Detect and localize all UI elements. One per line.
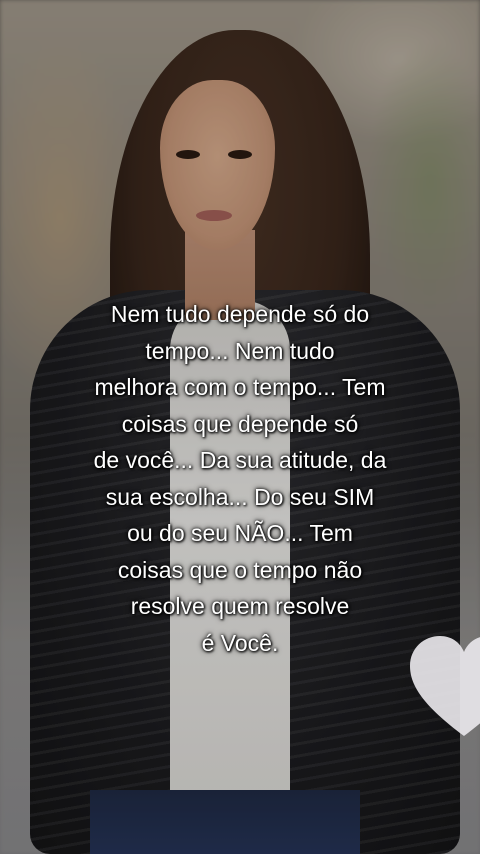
caption-line: tempo... Nem tudo [145,337,335,364]
quote-caption: Nem tudo depende só do tempo... Nem tudo… [30,296,450,661]
caption-line: sua escolha... Do seu SIM [105,483,375,510]
caption-line: Nem tudo depende só do [110,301,370,327]
caption-line: de você... Da sua atitude, da [93,447,387,473]
caption-line: ou do seu NÃO... Tem [127,520,353,546]
caption-line: resolve quem resolve [130,593,350,619]
caption-line: é Você. [201,629,279,656]
caption-line: coisas que depende só [121,410,359,437]
caption-line: melhora com o tempo... Tem [94,374,386,400]
caption-line: coisas que o tempo não [117,556,363,583]
